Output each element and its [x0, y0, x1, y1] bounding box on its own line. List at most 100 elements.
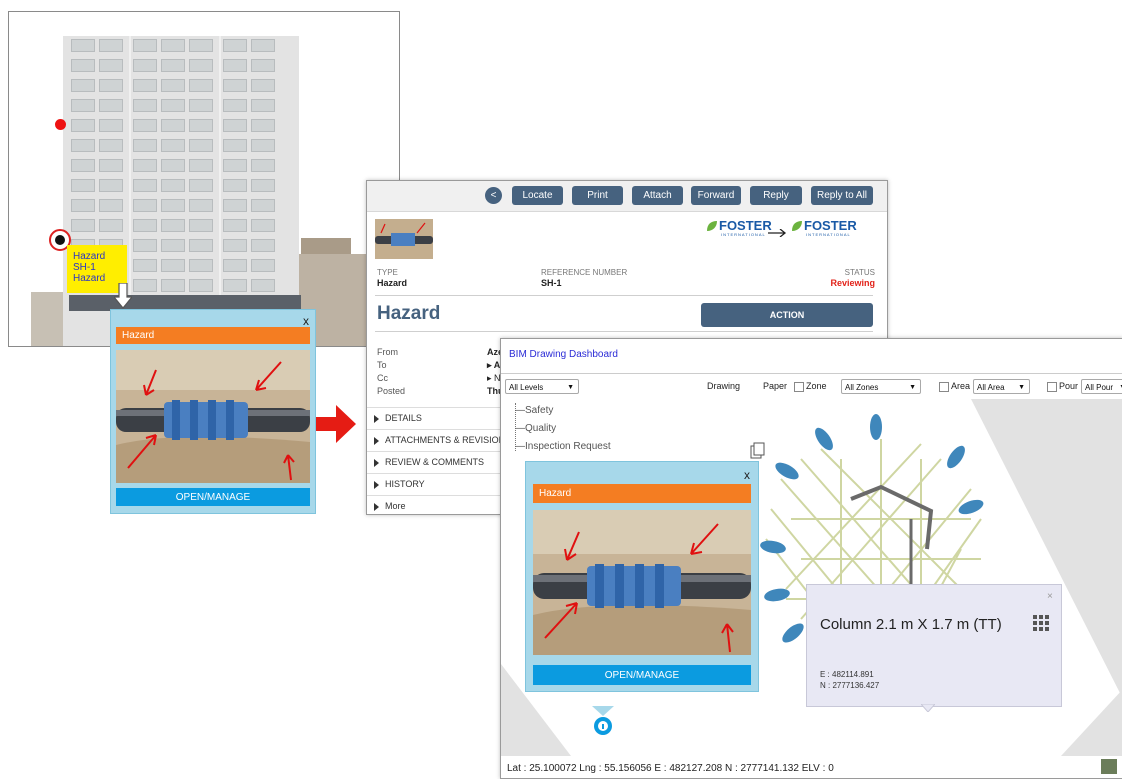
building-window: [189, 59, 213, 72]
reply-button[interactable]: Reply: [750, 186, 802, 205]
building-window: [71, 39, 95, 52]
reply-all-button[interactable]: Reply to All: [811, 186, 873, 205]
building-floor: [63, 176, 299, 196]
building-mullion: [219, 76, 221, 96]
building-mullion: [129, 36, 131, 56]
building-mullion: [219, 276, 221, 296]
flow-arrow-icon: [316, 405, 356, 443]
building-mullion: [219, 216, 221, 236]
column-title: Column 2.1 m X 1.7 m (TT): [820, 616, 1002, 633]
building-window: [99, 179, 123, 192]
back-button[interactable]: <: [485, 187, 502, 204]
section-label: ATTACHMENTS & REVISION: [385, 435, 506, 445]
pour-select[interactable]: All Pour▼: [1081, 379, 1122, 394]
building-window: [189, 199, 213, 212]
tree-item-label: Safety: [525, 405, 554, 416]
building-window: [223, 119, 247, 132]
chevron-down-icon: ▼: [567, 384, 574, 391]
open-manage-button[interactable]: OPEN/MANAGE: [533, 665, 751, 685]
reference-label: REFERENCE NUMBER: [541, 268, 628, 277]
open-manage-button[interactable]: OPEN/MANAGE: [116, 488, 310, 506]
building-window: [133, 259, 157, 272]
tree-item-quality[interactable]: —Quality: [515, 423, 556, 434]
building-window: [223, 139, 247, 152]
area-select[interactable]: All Area ▼: [973, 379, 1030, 394]
building-window: [189, 79, 213, 92]
tree-item-safety[interactable]: —Safety: [515, 405, 553, 416]
building-window: [189, 219, 213, 232]
building-mullion: [219, 236, 221, 256]
building-mullion: [219, 176, 221, 196]
popup-header: Hazard: [116, 327, 310, 344]
building-window: [189, 279, 213, 292]
zone-select[interactable]: All Zones ▼: [841, 379, 921, 394]
building-window: [161, 219, 185, 232]
satellite-thumbnail-icon[interactable]: [1101, 759, 1117, 774]
building-window: [71, 179, 95, 192]
hazard-thumbnail[interactable]: [375, 219, 433, 259]
to-label: To: [377, 360, 387, 370]
building-window: [99, 59, 123, 72]
paper-toggle[interactable]: Paper: [763, 381, 787, 391]
recipient-logo-sub: INTERNATIONAL: [806, 232, 851, 237]
cc-label: Cc: [377, 373, 388, 383]
tree-item-label: Quality: [525, 423, 557, 434]
map-pin-info-icon[interactable]: [592, 706, 614, 736]
action-button[interactable]: ACTION: [701, 303, 873, 327]
close-icon[interactable]: x: [744, 468, 750, 482]
hazard-photo: [116, 350, 310, 483]
building-window: [161, 279, 185, 292]
building-window: [223, 279, 247, 292]
down-arrow-icon: [114, 283, 132, 309]
building-window: [161, 119, 185, 132]
forward-button[interactable]: Forward: [691, 186, 741, 205]
tree-item-inspection-request[interactable]: —Inspection Request: [515, 441, 611, 452]
building-mullion: [129, 56, 131, 76]
area-label: Area: [951, 381, 971, 391]
building-window: [99, 139, 123, 152]
building-window: [99, 219, 123, 232]
locate-button[interactable]: Locate: [512, 186, 563, 205]
building-window: [189, 99, 213, 112]
building-floor: [63, 116, 299, 136]
print-button[interactable]: Print: [572, 186, 623, 205]
building-mullion: [129, 136, 131, 156]
drawing-toggle[interactable]: Drawing: [707, 381, 740, 391]
building-mullion: [219, 56, 221, 76]
levels-select[interactable]: All Levels ▼: [505, 379, 579, 394]
popup-header: Hazard: [533, 484, 751, 503]
building-window: [223, 239, 247, 252]
zone-checkbox[interactable]: [794, 382, 804, 392]
building-window: [251, 79, 275, 92]
recipient-logo-name: FOSTER: [804, 218, 857, 233]
posted-label: Posted: [377, 386, 406, 396]
building-window: [133, 219, 157, 232]
building-window: [251, 139, 275, 152]
section-label: REVIEW & COMMENTS: [385, 457, 485, 467]
bim-dashboard-title[interactable]: BIM Drawing Dashboard: [509, 349, 618, 360]
building-window: [223, 259, 247, 272]
pour-select-value: All Pour: [1085, 383, 1114, 392]
building-window: [71, 139, 95, 152]
building-window: [133, 99, 157, 112]
building-window: [251, 259, 275, 272]
building-window: [189, 119, 213, 132]
building-window: [251, 99, 275, 112]
building-window: [71, 99, 95, 112]
building-mullion: [129, 96, 131, 116]
building-window: [133, 239, 157, 252]
building-mullion: [219, 136, 221, 156]
building-mullion: [129, 196, 131, 216]
attach-button[interactable]: Attach: [632, 186, 683, 205]
issue-marker-red[interactable]: [55, 119, 66, 130]
close-icon[interactable]: ×: [1047, 591, 1053, 602]
hazard-popup-elevation: x Hazard OPEN/MANAGE: [110, 309, 316, 514]
building-window: [71, 79, 95, 92]
grid-menu-icon[interactable]: [1033, 615, 1049, 631]
status-label: STATUS: [844, 268, 875, 277]
area-checkbox[interactable]: [939, 382, 949, 392]
pour-checkbox[interactable]: [1047, 382, 1057, 392]
close-icon[interactable]: x: [303, 314, 309, 328]
elevation-panel: Hazard SH-1 Hazard: [8, 11, 400, 347]
building-window: [161, 239, 185, 252]
